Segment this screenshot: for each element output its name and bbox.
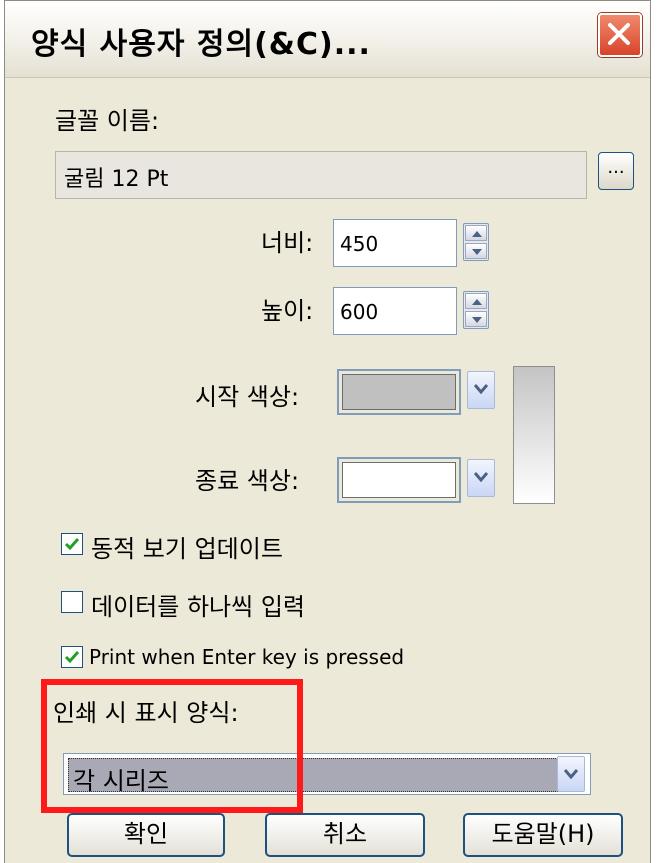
help-button[interactable]: 도움말(H): [463, 813, 623, 857]
end-color-swatch: [342, 462, 456, 498]
width-input[interactable]: 450: [333, 219, 457, 267]
start-color-dropdown[interactable]: [467, 371, 495, 409]
width-value: 450: [340, 232, 379, 256]
end-color-dropdown[interactable]: [467, 459, 495, 497]
arrow-down-icon: [472, 317, 482, 323]
font-name-value: 굴림 12 Pt: [64, 167, 169, 192]
gradient-preview: [513, 366, 555, 504]
font-name-label: 글꼴 이름:: [55, 107, 160, 135]
checkmark-icon: [64, 651, 80, 664]
chevron-down-icon: [474, 384, 488, 394]
print-on-enter-label[interactable]: Print when Enter key is pressed: [89, 645, 404, 669]
start-color-swatch: [342, 374, 456, 410]
height-spin-up[interactable]: [465, 293, 487, 309]
font-name-field: 굴림 12 Pt: [55, 151, 587, 199]
close-icon: [608, 23, 630, 45]
arrow-up-icon: [472, 299, 482, 305]
customize-format-dialog: 양식 사용자 정의(&C)... 글꼴 이름: 굴림 12 Pt ... 너비:…: [4, 0, 651, 863]
print-format-dropdown[interactable]: [557, 756, 585, 792]
cancel-button[interactable]: 취소: [265, 813, 425, 857]
enter-one-by-one-label[interactable]: 데이터를 하나씩 입력: [91, 587, 305, 622]
end-color-picker[interactable]: [337, 457, 461, 503]
start-color-picker[interactable]: [337, 369, 461, 415]
print-on-enter-checkbox[interactable]: [61, 646, 83, 668]
arrow-up-icon: [472, 231, 482, 237]
width-spin-up[interactable]: [465, 225, 487, 241]
height-spinner[interactable]: [463, 291, 489, 329]
width-spin-down[interactable]: [465, 243, 487, 259]
dynamic-preview-checkbox[interactable]: [61, 533, 83, 555]
checkmark-icon: [64, 538, 80, 551]
height-spin-down[interactable]: [465, 311, 487, 327]
arrow-down-icon: [472, 249, 482, 255]
height-input[interactable]: 600: [333, 287, 457, 335]
close-button[interactable]: [598, 13, 642, 57]
height-label: 높이:: [261, 297, 314, 325]
enter-one-by-one-checkbox[interactable]: [61, 591, 83, 613]
chevron-down-icon: [474, 472, 488, 482]
end-color-label: 종료 색상:: [195, 467, 300, 495]
width-spinner[interactable]: [463, 223, 489, 261]
font-browse-button[interactable]: ...: [598, 152, 634, 190]
highlight-frame: [41, 679, 303, 813]
height-value: 600: [340, 300, 379, 324]
dynamic-preview-label[interactable]: 동적 보기 업데이트: [91, 529, 283, 564]
ok-button[interactable]: 확인: [67, 813, 225, 857]
title-bar: 양식 사용자 정의(&C)...: [5, 1, 650, 78]
dialog-title: 양식 사용자 정의(&C)...: [31, 27, 371, 62]
start-color-label: 시작 색상:: [195, 383, 300, 411]
chevron-down-icon: [564, 769, 578, 779]
width-label: 너비:: [261, 229, 314, 257]
